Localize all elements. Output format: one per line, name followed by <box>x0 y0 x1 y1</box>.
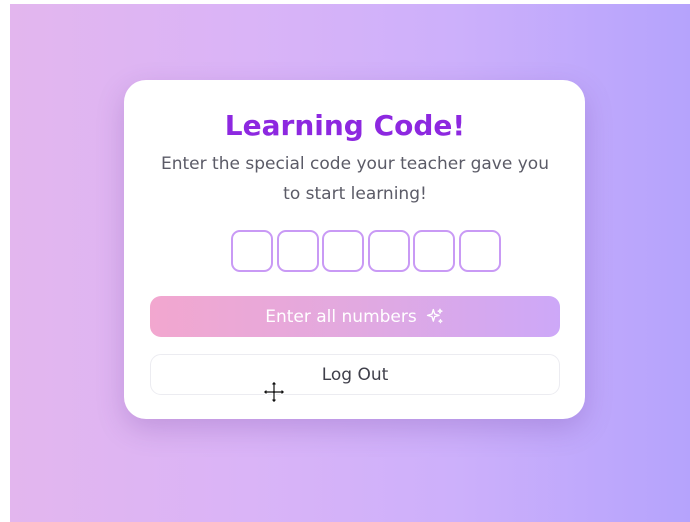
page-subtitle: Enter the special code your teacher gave… <box>161 154 549 204</box>
code-digit-2[interactable] <box>276 230 319 272</box>
code-digit-1[interactable] <box>231 230 273 272</box>
code-digit-5[interactable] <box>413 230 455 272</box>
code-digit-3[interactable] <box>322 230 364 272</box>
code-digit-6[interactable] <box>458 230 501 272</box>
enter-code-button[interactable]: Enter all numbers <box>150 296 560 337</box>
code-input-group <box>231 230 501 272</box>
code-digit-4[interactable] <box>367 230 410 272</box>
enter-code-button-label: Enter all numbers <box>265 306 417 327</box>
logout-button[interactable]: Log Out <box>150 354 560 395</box>
page-title: Learning Code! <box>224 109 466 142</box>
move-cursor-icon <box>262 380 286 404</box>
sparkle-icon <box>426 308 443 323</box>
